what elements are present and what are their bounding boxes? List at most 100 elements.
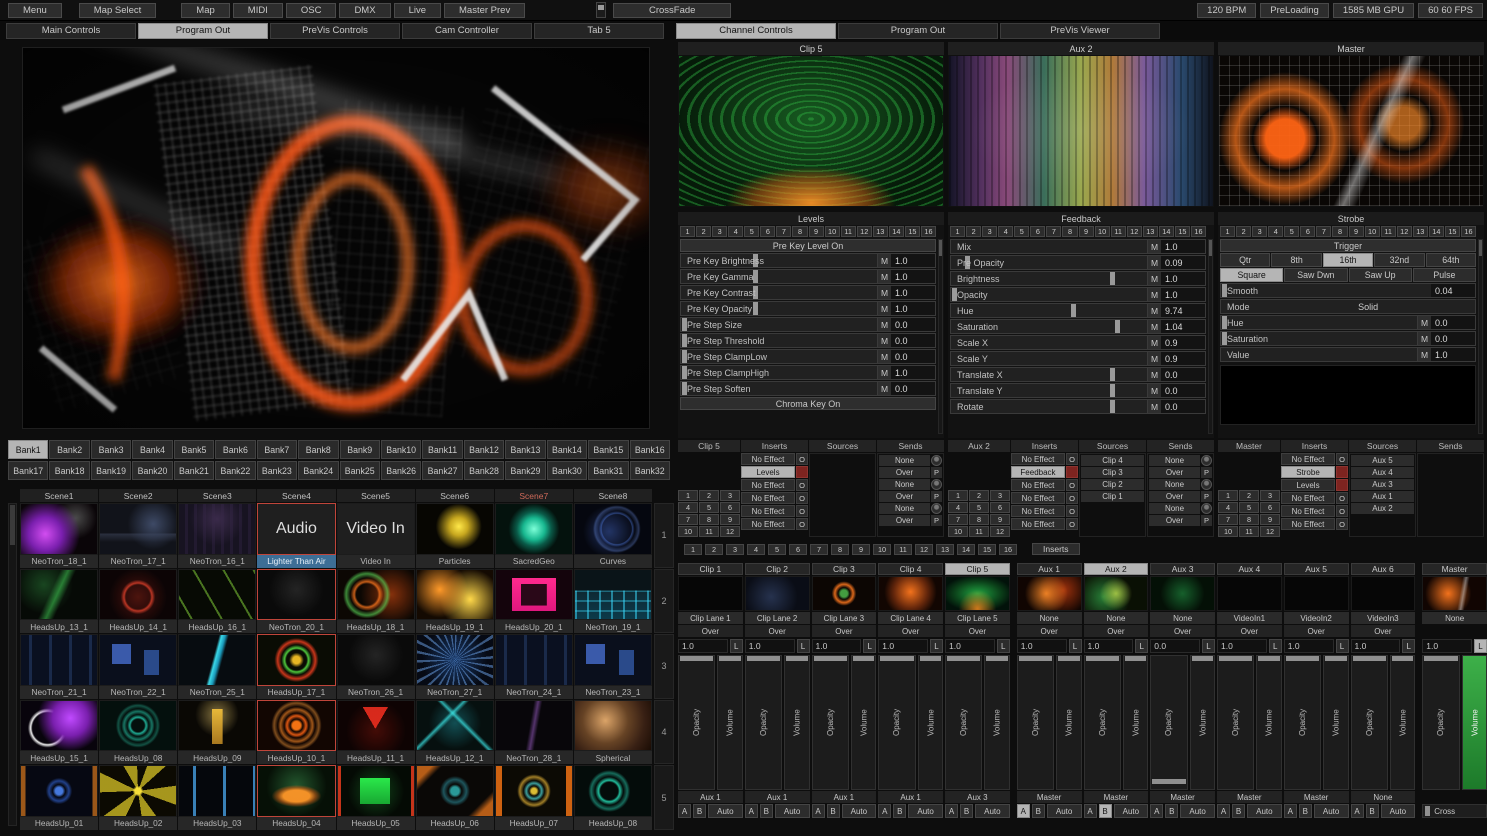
bank-button-bank12[interactable]: Bank12 [464, 440, 504, 459]
send-target[interactable]: Over [1149, 467, 1200, 478]
insert-bypass-button[interactable]: O [796, 479, 808, 491]
volume-fader-handle[interactable] [1258, 656, 1280, 661]
midi-assign-button[interactable]: M [877, 350, 891, 363]
volume-fader-handle[interactable] [786, 656, 808, 661]
mixer-channel-11[interactable]: 11 [894, 544, 912, 555]
strip-thumbnail[interactable] [1217, 576, 1282, 611]
ab-b-button[interactable]: B [893, 804, 906, 818]
volume-fader[interactable]: Volume [1256, 655, 1282, 790]
feedback-channel-5[interactable]: 5 [1014, 226, 1029, 237]
volume-fader[interactable]: Volume [1390, 655, 1416, 790]
insert-effect-label[interactable]: No Effect [741, 479, 795, 491]
clip-thumbnail[interactable] [99, 503, 177, 555]
clip-thumbnail[interactable] [178, 700, 256, 752]
insert-effect-label[interactable]: Levels [1281, 479, 1335, 491]
bank-button-bank9[interactable]: Bank9 [340, 440, 380, 459]
mixer-channel-12[interactable]: 12 [915, 544, 933, 555]
send-target[interactable]: None [1149, 479, 1200, 490]
insert-effect-label[interactable]: No Effect [1281, 453, 1335, 465]
preset-button-5[interactable]: 5 [699, 502, 719, 513]
preset-button-4[interactable]: 4 [678, 502, 698, 513]
strip-destination[interactable]: Aux 1 [745, 791, 810, 803]
insert-bypass-button[interactable]: O [1336, 492, 1348, 504]
strip-title[interactable]: Aux 1 [1017, 563, 1082, 575]
slider-value[interactable]: 0.0 [1431, 316, 1475, 329]
preset-button-7[interactable]: 7 [948, 514, 968, 525]
send-pre-button[interactable]: P [931, 467, 942, 478]
strobe-channel-15[interactable]: 15 [1445, 226, 1460, 237]
insert-effect-label[interactable]: No Effect [1281, 518, 1335, 530]
clip-thumbnail[interactable] [178, 569, 256, 621]
midi-assign-button[interactable]: M [1417, 348, 1431, 361]
clip-thumbnail[interactable] [495, 503, 573, 555]
levels-channel-7[interactable]: 7 [776, 226, 791, 237]
slider-value[interactable]: 0.04 [1431, 284, 1475, 297]
midi-assign-button[interactable]: M [1147, 304, 1161, 317]
preset-button-9[interactable]: 9 [990, 514, 1010, 525]
slider-value[interactable]: 0.09 [1161, 256, 1205, 269]
insert-effect-label[interactable]: No Effect [741, 518, 795, 530]
opacity-fader[interactable]: Opacity [745, 655, 782, 790]
ab-b-button[interactable]: B [1366, 804, 1379, 818]
strip-thumbnail[interactable] [1422, 576, 1487, 611]
volume-fader-handle[interactable] [1125, 656, 1147, 661]
ab-auto-button[interactable]: Auto [908, 804, 943, 818]
opacity-fader[interactable]: Opacity [1150, 655, 1187, 790]
insert-effect-label[interactable]: No Effect [1281, 505, 1335, 517]
trigger-bar[interactable]: Trigger [1220, 239, 1476, 252]
strip-destination[interactable]: Aux 3 [945, 791, 1010, 803]
ab-b-button[interactable]: B [1299, 804, 1312, 818]
pre-key-opacity-slider[interactable]: Pre Key OpacityM1.0 [680, 301, 936, 316]
opacity-fader[interactable]: Opacity [1351, 655, 1388, 790]
crossfade-toggle[interactable] [596, 2, 606, 18]
clip-thumbnail[interactable] [416, 765, 494, 817]
hue-slider[interactable]: HueM0.0 [1220, 315, 1476, 330]
strip-link-button[interactable]: L [1474, 639, 1487, 653]
preset-button-2[interactable]: 2 [699, 490, 719, 501]
8th-button[interactable]: 8th [1271, 253, 1321, 267]
midi-assign-button[interactable]: M [1147, 320, 1161, 333]
strip-title[interactable]: Clip 1 [678, 563, 743, 575]
volume-fader[interactable]: Volume [1056, 655, 1082, 790]
levels-channel-15[interactable]: 15 [905, 226, 920, 237]
bank-button-bank15[interactable]: Bank15 [588, 440, 628, 459]
opacity-slider[interactable]: OpacityM1.0 [950, 287, 1206, 302]
clip-thumbnail[interactable] [337, 765, 415, 817]
ab-auto-button[interactable]: Auto [1314, 804, 1349, 818]
feedback-channel-6[interactable]: 6 [1030, 226, 1045, 237]
clip-thumbnail[interactable] [99, 569, 177, 621]
brightness-slider[interactable]: BrightnessM1.0 [950, 271, 1206, 286]
clip-thumbnail[interactable]: Audio [257, 503, 335, 555]
slider-handle[interactable] [1071, 304, 1076, 317]
tab-right-previs-viewer[interactable]: PreVis Viewer [1000, 23, 1160, 39]
bank-button-bank2[interactable]: Bank2 [49, 440, 89, 459]
qtr-button[interactable]: Qtr [1220, 253, 1270, 267]
strip-opacity-value[interactable]: 1.0 [878, 639, 928, 653]
scene-header-scene6[interactable]: Scene6 [416, 489, 494, 502]
opacity-fader-handle[interactable] [1286, 656, 1319, 661]
volume-fader-handle[interactable] [920, 656, 942, 661]
strobe-channel-9[interactable]: 9 [1349, 226, 1364, 237]
bank-button-bank20[interactable]: Bank20 [132, 461, 172, 480]
feedback-channel-13[interactable]: 13 [1143, 226, 1158, 237]
bank-button-bank4[interactable]: Bank4 [132, 440, 172, 459]
ab-b-button[interactable]: B [827, 804, 840, 818]
send-target[interactable]: Over [879, 467, 930, 478]
square-button[interactable]: Square [1220, 268, 1283, 282]
strobe-channel-12[interactable]: 12 [1397, 226, 1412, 237]
bank-button-bank28[interactable]: Bank28 [464, 461, 504, 480]
strip-blend-mode[interactable]: Over [1284, 625, 1349, 637]
levels-channel-3[interactable]: 3 [712, 226, 727, 237]
ab-a-button[interactable]: A [1150, 804, 1163, 818]
slider-handle[interactable] [1110, 368, 1115, 381]
send-level-knob[interactable] [1201, 503, 1212, 514]
strip-blend-mode[interactable]: Over [1084, 625, 1149, 637]
strip-lane-selector[interactable]: None [1017, 612, 1082, 624]
volume-fader[interactable]: Volume [1323, 655, 1349, 790]
strip-link-button[interactable]: L [1269, 639, 1282, 653]
feedback-channel-3[interactable]: 3 [982, 226, 997, 237]
bank-button-bank1[interactable]: Bank1 [8, 440, 48, 459]
strip-destination[interactable]: Master [1017, 791, 1082, 803]
volume-fader-handle[interactable] [1392, 656, 1414, 661]
strip-blend-mode[interactable]: Over [945, 625, 1010, 637]
